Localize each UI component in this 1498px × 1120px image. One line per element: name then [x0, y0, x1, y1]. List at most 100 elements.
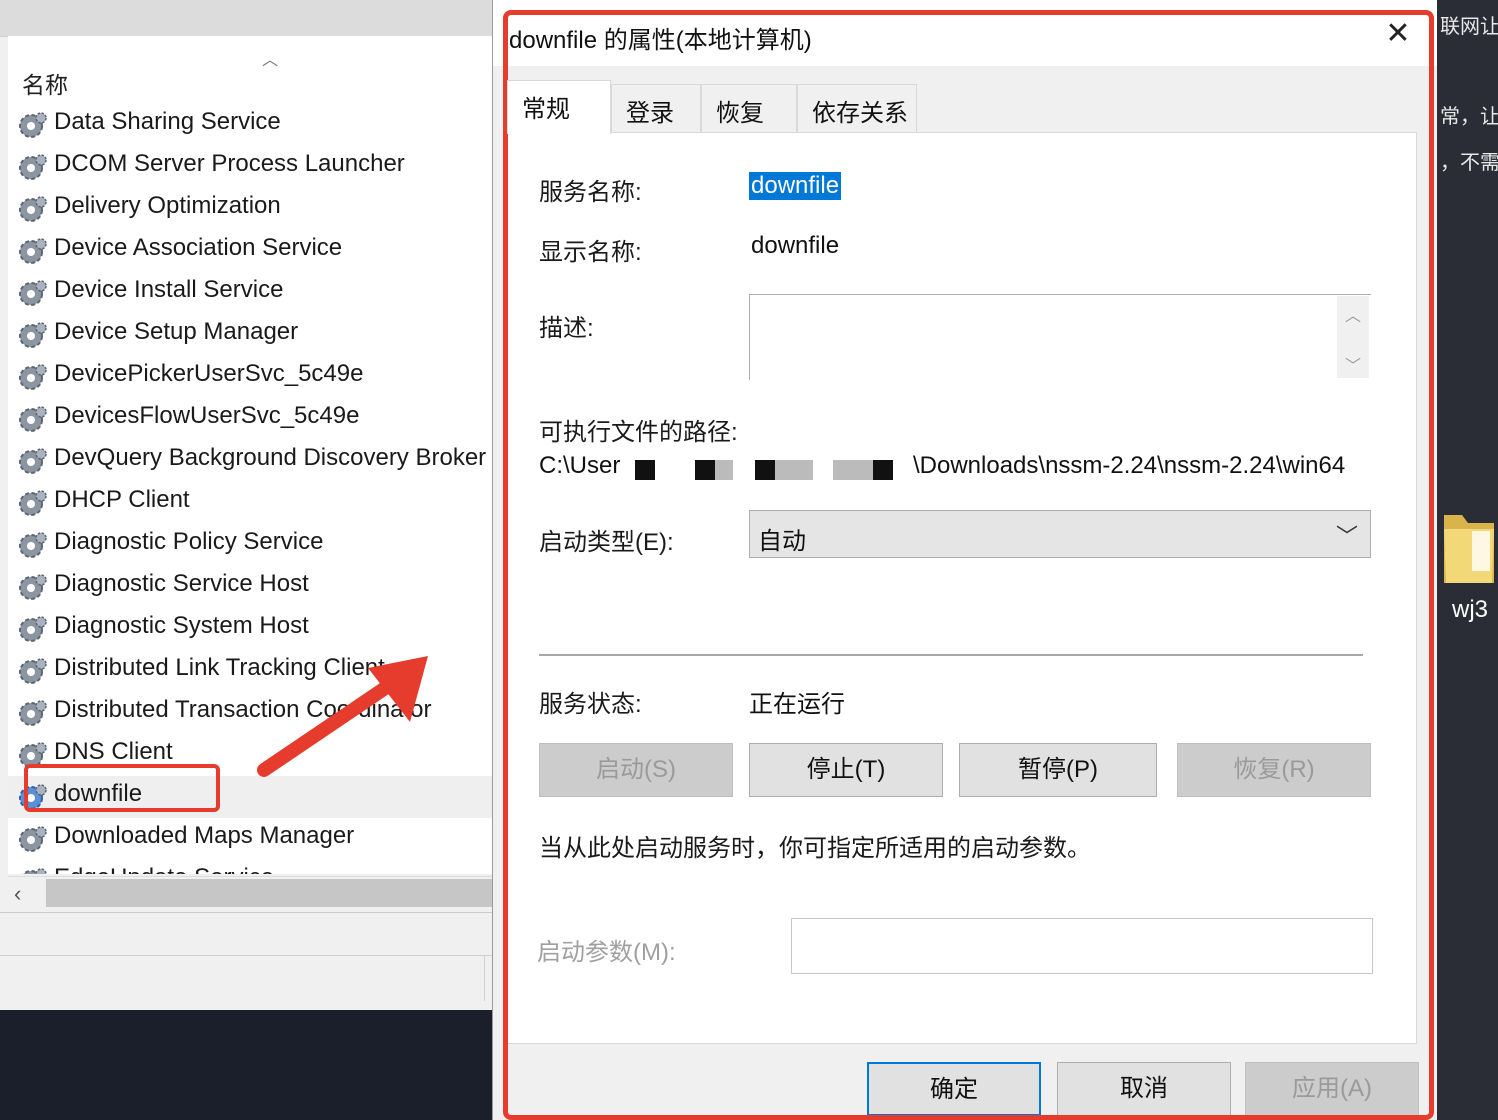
tab-dependencies[interactable]: 依存关系 — [797, 84, 917, 132]
service-name: DevicesFlowUserSvc_5c49e — [54, 402, 360, 429]
service-name: Device Install Service — [54, 276, 284, 303]
tab-label: 依存关系 — [812, 100, 908, 127]
gear-icon — [19, 112, 47, 138]
gear-icon — [19, 322, 47, 348]
scroll-left-icon[interactable]: ‹ — [14, 881, 21, 907]
gear-icon — [19, 826, 47, 852]
description-label: 描述: — [539, 315, 594, 342]
ok-button[interactable]: 确定 — [867, 1062, 1041, 1116]
close-icon: ✕ — [1385, 17, 1411, 50]
service-name: Device Setup Manager — [54, 318, 299, 345]
tab-label: 常规 — [522, 96, 570, 123]
service-row[interactable]: Diagnostic Policy Service — [8, 524, 492, 566]
gear-icon — [19, 532, 47, 558]
panel-footer — [0, 912, 492, 1001]
description-scrollbar[interactable]: ︿ ﹀ — [1337, 296, 1369, 378]
resume-button[interactable]: 恢复(R) — [1177, 743, 1371, 797]
service-row[interactable]: EdgeUpdate Service — [8, 860, 492, 874]
display-name-label: 显示名称: — [539, 239, 642, 266]
service-name: DevicePickerUserSvc_5c49e — [54, 360, 364, 387]
service-name: DNS Client — [54, 738, 173, 765]
scroll-down-icon[interactable]: ﹀ — [1345, 352, 1361, 376]
services-panel: ︿ 名称 Data Sharing Service DCOM Server Pr… — [0, 0, 492, 1010]
desktop-folder-label[interactable]: wj3 — [1452, 596, 1488, 624]
gear-icon — [19, 700, 47, 726]
folder-icon[interactable] — [1442, 505, 1496, 585]
service-name: Delivery Optimization — [54, 192, 281, 219]
service-row[interactable]: DevQuery Background Discovery Broker — [8, 440, 492, 482]
tab-label: 登录 — [626, 100, 674, 127]
service-name: EdgeUpdate Service — [54, 864, 274, 874]
annotation-arrow-icon — [257, 656, 428, 777]
gear-icon — [19, 574, 47, 600]
gear-icon — [19, 196, 47, 222]
start-params-input[interactable] — [791, 918, 1373, 974]
service-row[interactable]: DevicePickerUserSvc_5c49e — [8, 356, 492, 398]
service-row[interactable]: DevicesFlowUserSvc_5c49e — [8, 398, 492, 440]
chevron-down-icon: ﹀ — [1335, 524, 1358, 549]
service-name: Device Association Service — [54, 234, 343, 261]
tab-logon[interactable]: 登录 — [611, 84, 701, 132]
gear-icon — [19, 280, 47, 306]
gear-icon — [19, 448, 47, 474]
gear-icon — [19, 616, 47, 642]
startup-type-select[interactable]: 自动 ﹀ — [749, 510, 1371, 558]
service-name: Diagnostic Service Host — [54, 570, 309, 597]
startup-type-label: 启动类型(E): — [539, 529, 674, 556]
background-text-line: 联网让 — [1440, 16, 1498, 38]
start-params-hint: 当从此处启动服务时，你可指定所适用的启动参数。 — [539, 835, 1091, 862]
service-row[interactable]: Device Setup Manager — [8, 314, 492, 356]
service-name: DHCP Client — [54, 486, 190, 513]
service-row[interactable]: Delivery Optimization — [8, 188, 492, 230]
panel-topbar — [0, 0, 492, 37]
horizontal-scrollbar[interactable]: ‹ — [8, 876, 492, 911]
divider — [484, 955, 485, 1001]
startup-type-value: 自动 — [758, 528, 806, 555]
section-divider — [539, 654, 1363, 656]
tab-general[interactable]: 常规 — [507, 80, 611, 134]
service-row[interactable]: Data Sharing Service — [8, 104, 492, 146]
display-name-value[interactable]: downfile — [751, 232, 839, 260]
pause-button[interactable]: 暂停(P) — [959, 743, 1157, 797]
service-row[interactable]: Device Association Service — [8, 230, 492, 272]
gear-icon — [19, 154, 47, 180]
background-text-line: ，不需 — [1440, 152, 1498, 174]
service-row[interactable]: DHCP Client — [8, 482, 492, 524]
service-name: Diagnostic Policy Service — [54, 528, 324, 555]
dialog-title: downfile 的属性(本地计算机) — [509, 27, 812, 54]
service-name: Data Sharing Service — [54, 108, 281, 135]
tab-label: 恢复 — [716, 100, 764, 127]
service-row[interactable]: Diagnostic System Host — [8, 608, 492, 650]
service-name: DCOM Server Process Launcher — [54, 150, 405, 177]
gear-icon — [19, 238, 47, 264]
path-prefix: C:\User — [539, 452, 621, 479]
gear-icon — [22, 868, 47, 874]
sort-ascending-icon[interactable]: ︿ — [262, 46, 278, 70]
column-header-name[interactable]: 名称 — [22, 66, 68, 100]
dialog-titlebar[interactable]: downfile 的属性(本地计算机) ✕ — [493, 0, 1437, 66]
tab-recovery[interactable]: 恢复 — [701, 84, 797, 132]
close-button[interactable]: ✕ — [1373, 12, 1423, 56]
service-row[interactable]: Device Install Service — [8, 272, 492, 314]
executable-path-label: 可执行文件的路径: — [539, 419, 738, 446]
cancel-button[interactable]: 取消 — [1057, 1062, 1231, 1116]
gear-icon — [19, 658, 47, 684]
service-row[interactable]: DCOM Server Process Launcher — [8, 146, 492, 188]
start-button[interactable]: 启动(S) — [539, 743, 733, 797]
service-name-value[interactable]: downfile — [749, 172, 842, 200]
gear-icon — [19, 364, 47, 390]
service-row[interactable]: Downloaded Maps Manager — [8, 818, 492, 860]
service-row[interactable]: Diagnostic Service Host — [8, 566, 492, 608]
tab-panel-general — [507, 132, 1417, 1044]
scrollbar-thumb[interactable] — [46, 879, 492, 907]
start-params-label: 启动参数(M): — [537, 939, 676, 966]
stop-button[interactable]: 停止(T) — [749, 743, 943, 797]
service-name-label: 服务名称: — [539, 179, 642, 206]
apply-button[interactable]: 应用(A) — [1245, 1062, 1419, 1116]
service-properties-dialog: downfile 的属性(本地计算机) ✕ 常规 登录 恢复 依存关系 服务名称… — [492, 0, 1437, 1120]
gear-icon — [19, 490, 47, 516]
path-suffix: \Downloads\nssm-2.24\nssm-2.24\win64 — [913, 452, 1346, 479]
description-textarea[interactable] — [749, 294, 1371, 380]
scroll-up-icon[interactable]: ︿ — [1345, 302, 1361, 326]
background-text-line: 常，让 — [1440, 106, 1498, 128]
